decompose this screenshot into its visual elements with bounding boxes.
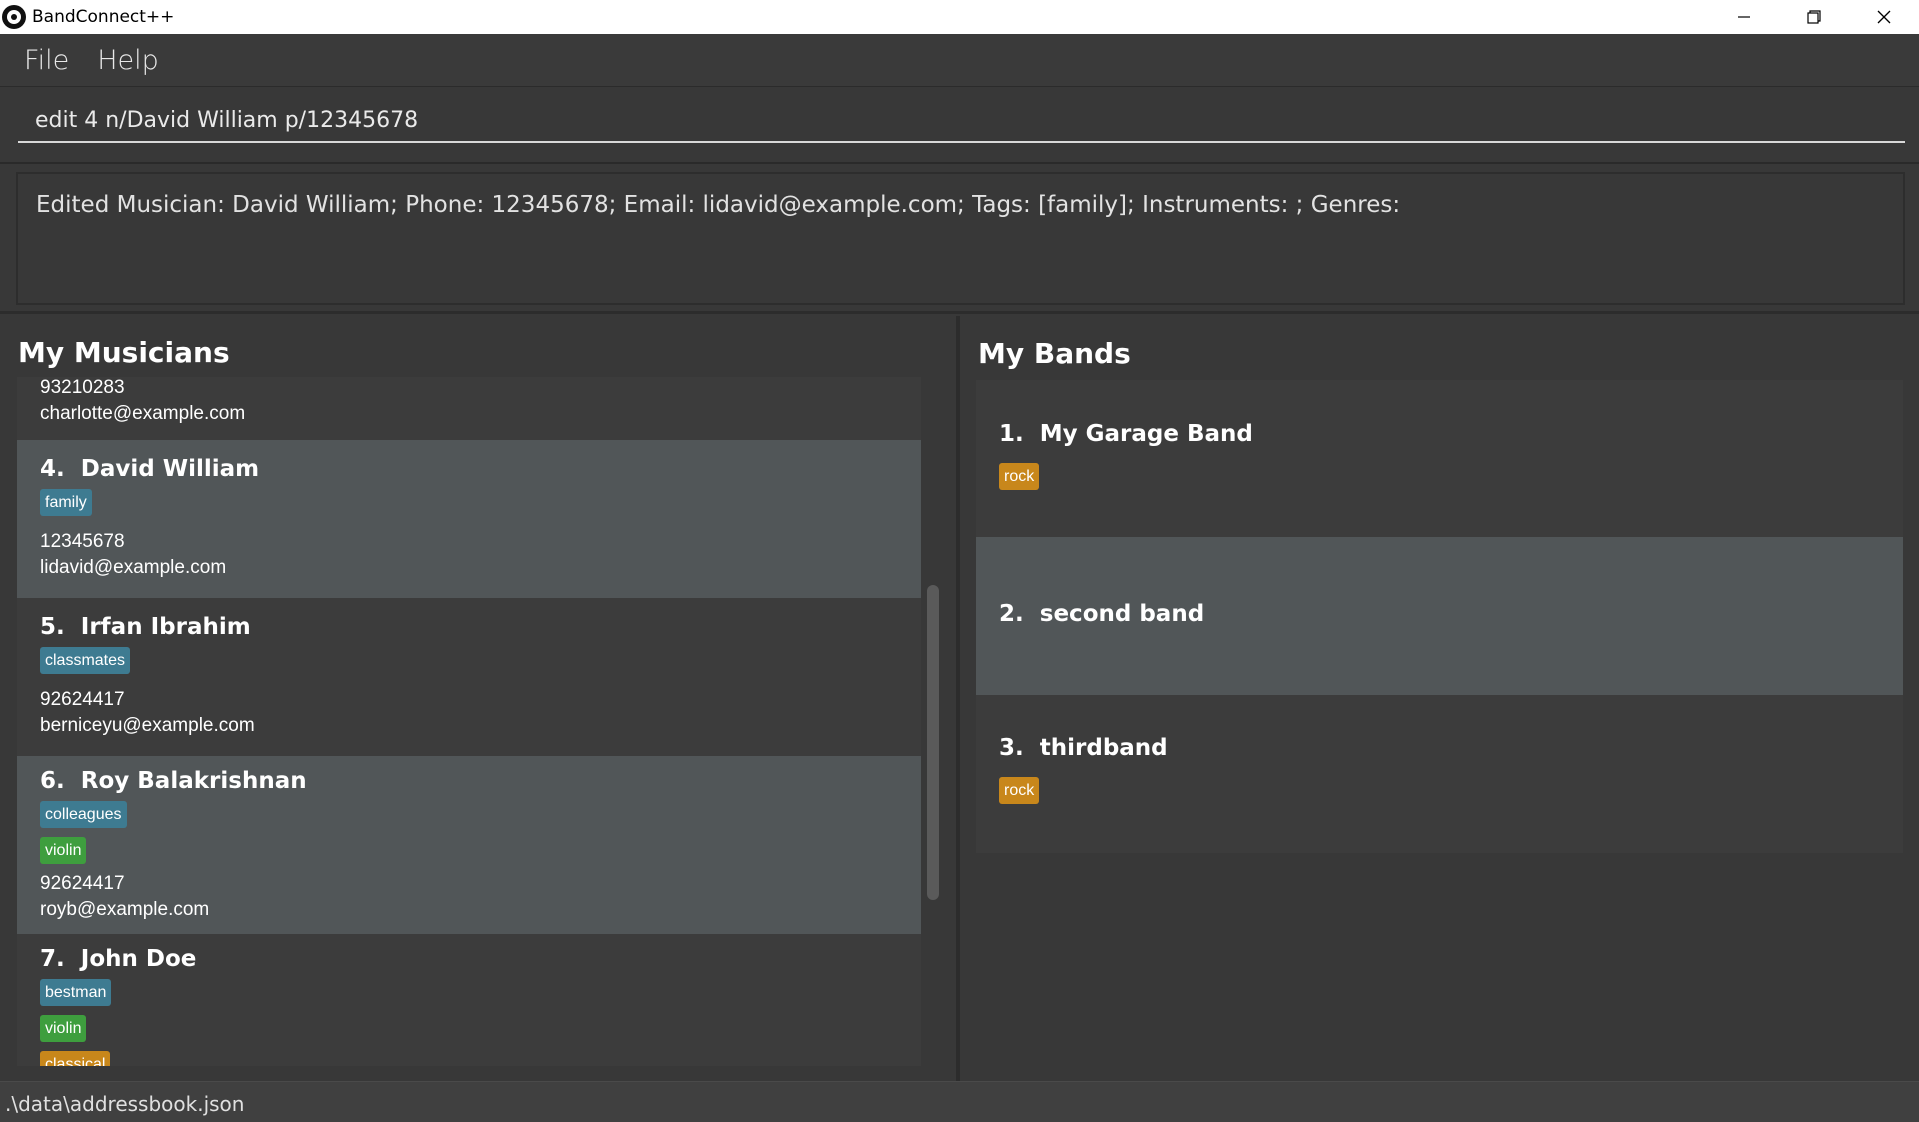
musician-name: 7. John Doe	[40, 946, 196, 972]
command-input[interactable]	[18, 100, 1905, 143]
band-card-2[interactable]: 2. second band	[976, 537, 1903, 695]
musician-instrument: violin	[40, 1015, 87, 1042]
scrollbar-thumb[interactable]	[927, 585, 939, 900]
bands-panel-title: My Bands	[978, 337, 1131, 370]
musician-card-4[interactable]: 4. David William family 12345678 lidavid…	[17, 440, 921, 598]
musician-card-5[interactable]: 5. Irfan Ibrahim classmates 92624417 ber…	[17, 598, 921, 756]
musicians-panel-title: My Musicians	[18, 336, 230, 369]
musicians-panel: My Musicians 93210283 charlotte@example.…	[0, 316, 960, 1081]
musician-index: 5.	[40, 614, 65, 640]
window-controls	[1709, 0, 1919, 34]
band-index: 1.	[999, 421, 1024, 447]
musician-card-partial[interactable]: 93210283 charlotte@example.com	[17, 377, 921, 440]
band-card-3[interactable]: 3. thirdband rock	[976, 695, 1903, 853]
musician-tag: classmates	[40, 647, 131, 674]
musician-email: royb@example.com	[40, 899, 210, 920]
status-bar: .\data\addressbook.json	[0, 1081, 1919, 1122]
musician-tag: family	[40, 489, 92, 516]
musician-genre: classical	[40, 1051, 111, 1066]
musician-instrument: violin	[40, 837, 87, 864]
band-card-1[interactable]: 1. My Garage Band rock	[976, 380, 1903, 537]
app-logo-icon	[2, 5, 26, 29]
musician-name-text: David William	[80, 456, 260, 482]
title-bar: BandConnect++	[0, 0, 1919, 34]
musician-list[interactable]: 93210283 charlotte@example.com 4. David …	[17, 377, 921, 1066]
musician-list-scrollbar[interactable]	[921, 377, 943, 1066]
bands-panel: My Bands 1. My Garage Band rock 2. secon…	[962, 316, 1919, 1081]
band-list[interactable]: 1. My Garage Band rock 2. second band 3.…	[976, 380, 1903, 1080]
band-name-text: thirdband	[1039, 735, 1168, 761]
save-file-path: .\data\addressbook.json	[5, 1092, 245, 1116]
musician-tag: bestman	[40, 979, 112, 1006]
restore-button[interactable]	[1779, 0, 1849, 34]
menu-file[interactable]: File	[24, 45, 69, 76]
close-button[interactable]	[1849, 0, 1919, 34]
band-name: 3. thirdband	[999, 735, 1168, 761]
musician-name-text: John Doe	[80, 946, 197, 972]
musician-name-text: Irfan Ibrahim	[80, 614, 251, 640]
musician-tag: colleagues	[40, 801, 127, 828]
musician-phone: 92624417	[40, 873, 125, 894]
result-text: Edited Musician: David William; Phone: 1…	[16, 172, 1905, 305]
result-display: Edited Musician: David William; Phone: 1…	[0, 166, 1919, 314]
musician-email: berniceyu@example.com	[40, 715, 255, 736]
musician-name: 4. David William	[40, 456, 259, 482]
band-index: 2.	[999, 601, 1024, 627]
musician-email: lidavid@example.com	[40, 557, 227, 578]
musician-name: 5. Irfan Ibrahim	[40, 614, 251, 640]
restore-icon	[1807, 10, 1821, 24]
menu-help[interactable]: Help	[97, 45, 159, 76]
band-name: 2. second band	[999, 601, 1204, 627]
band-name-text: My Garage Band	[1039, 421, 1253, 447]
band-index: 3.	[999, 735, 1024, 761]
musician-index: 6.	[40, 768, 65, 794]
band-name: 1. My Garage Band	[999, 421, 1253, 447]
band-genre: rock	[999, 463, 1040, 490]
band-name-text: second band	[1039, 601, 1205, 627]
window-title: BandConnect++	[32, 7, 175, 27]
command-box	[0, 88, 1919, 164]
close-icon	[1877, 10, 1891, 24]
musician-phone: 92624417	[40, 689, 125, 710]
musician-phone: 12345678	[40, 531, 125, 552]
musician-card-7[interactable]: 7. John Doe bestman violin classical	[17, 934, 921, 1066]
musician-index: 7.	[40, 946, 65, 972]
band-genre: rock	[999, 777, 1040, 804]
musician-name-text: Roy Balakrishnan	[80, 768, 307, 794]
minimize-button[interactable]	[1709, 0, 1779, 34]
musician-phone: 93210283	[40, 377, 125, 398]
musician-name: 6. Roy Balakrishnan	[40, 768, 307, 794]
musician-email: charlotte@example.com	[40, 403, 246, 424]
menu-bar: File Help	[0, 34, 1919, 87]
musician-card-6[interactable]: 6. Roy Balakrishnan colleagues violin 92…	[17, 756, 921, 934]
minimize-icon	[1738, 16, 1750, 18]
musician-index: 4.	[40, 456, 65, 482]
